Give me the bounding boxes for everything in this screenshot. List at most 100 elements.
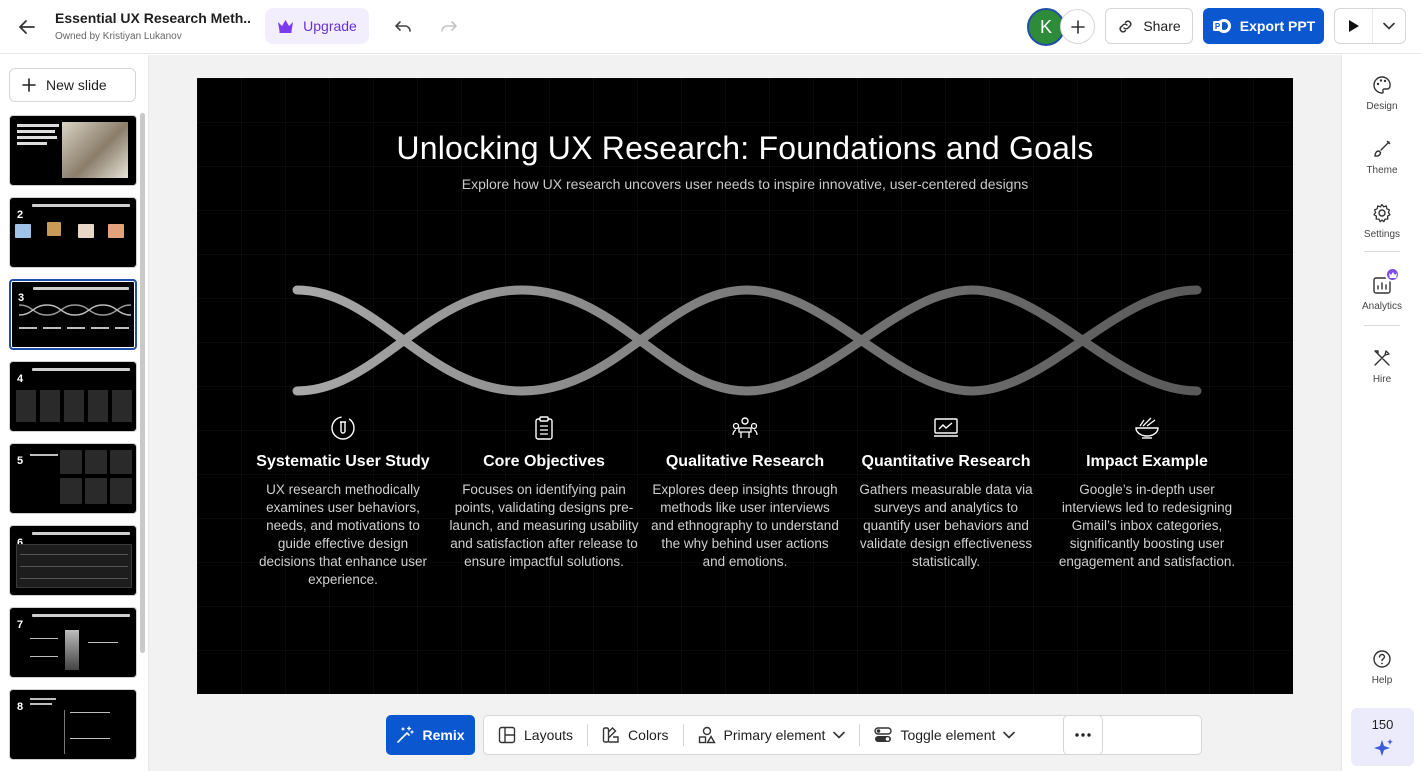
undo-icon	[395, 21, 411, 32]
colors-button[interactable]: Colors	[588, 716, 682, 754]
slide-number: 8	[17, 701, 24, 713]
design-label: Design	[1366, 101, 1398, 112]
chevron-down-icon	[833, 731, 846, 739]
arrow-left-icon	[19, 20, 35, 34]
top-bar: Essential UX Research Meth... Owned by K…	[0, 0, 1421, 54]
settings-button[interactable]: Settings	[1342, 203, 1421, 240]
right-tool-panel: Design Theme Settings Analytics Hire Hel…	[1341, 55, 1421, 771]
more-horizontal-icon	[1075, 733, 1091, 737]
thumbnail-scrollbar[interactable]	[140, 113, 145, 653]
slide-thumbnail-panel: New slide 1 2 3 4	[0, 55, 149, 771]
shapes-icon	[698, 726, 716, 744]
share-button[interactable]: Share	[1105, 8, 1193, 44]
theme-label: Theme	[1366, 165, 1398, 176]
add-collaborator-button[interactable]	[1060, 9, 1095, 44]
upgrade-button[interactable]: Upgrade	[265, 8, 369, 44]
palette-icon	[1373, 76, 1391, 94]
column-title[interactable]: Core Objectives	[449, 453, 639, 471]
help-label: Help	[1371, 675, 1393, 686]
slide-number: 2	[17, 209, 24, 221]
slide-thumbnail-4[interactable]: 4	[9, 361, 137, 432]
design-button[interactable]: Design	[1342, 75, 1421, 112]
content-column: Qualitative Research Explores deep insig…	[650, 413, 840, 571]
powerpoint-icon: P	[1212, 19, 1231, 33]
remix-button[interactable]: Remix	[386, 715, 475, 755]
slide-thumbnail-7[interactable]: 7	[9, 607, 137, 678]
slide-thumbnail-8[interactable]: 8	[9, 689, 137, 760]
crown-icon	[278, 20, 294, 33]
export-label: Export PPT	[1239, 18, 1316, 34]
help-icon	[1373, 650, 1391, 668]
palette-swatch-icon	[602, 727, 619, 743]
play-icon	[1348, 20, 1359, 32]
export-ppt-button[interactable]: P Export PPT	[1203, 8, 1324, 44]
redo-icon	[441, 21, 457, 32]
toggle-element-dropdown[interactable]: Toggle element	[860, 716, 1029, 754]
column-text[interactable]: Gathers measurable data via surveys and …	[851, 481, 1041, 571]
document-owner: Owned by Kristiyan Lukanov	[55, 31, 182, 42]
brush-icon	[1374, 140, 1391, 157]
svg-text:P: P	[1215, 22, 1221, 31]
content-column: Systematic User Study UX research method…	[248, 413, 438, 589]
column-text[interactable]: UX research methodically examines user b…	[248, 481, 438, 589]
content-column: Quantitative Research Gathers measurable…	[851, 413, 1041, 571]
layout-icon	[498, 726, 516, 744]
monitor-chart-icon	[934, 418, 958, 437]
divider	[1364, 251, 1400, 252]
tools-icon	[1374, 350, 1390, 366]
back-button[interactable]	[14, 14, 40, 40]
slide-subtitle[interactable]: Explore how UX research uncovers user ne…	[197, 176, 1293, 192]
primary-element-dropdown[interactable]: Primary element	[684, 716, 860, 754]
column-title[interactable]: Impact Example	[1052, 453, 1242, 471]
slide-thumbnail-1[interactable]: 1	[9, 115, 137, 186]
slide-thumbnail-2[interactable]: 2	[9, 197, 137, 268]
magic-wand-icon	[397, 726, 415, 743]
undo-button[interactable]	[391, 15, 415, 39]
share-label: Share	[1143, 18, 1181, 34]
sparkle-icon	[1373, 738, 1393, 756]
gear-icon	[1373, 203, 1391, 223]
chevron-down-icon	[1003, 731, 1016, 739]
present-options-button[interactable]	[1373, 9, 1405, 43]
slide-thumbnail-3[interactable]: 3	[9, 279, 137, 350]
column-title[interactable]: Qualitative Research	[650, 453, 840, 471]
editor-canvas: Unlocking UX Research: Foundations and G…	[149, 55, 1341, 771]
column-text[interactable]: Focuses on identifying pain points, vali…	[449, 481, 639, 571]
toggle-icon	[874, 727, 893, 742]
present-button[interactable]	[1335, 9, 1373, 43]
slide-thumbnail-6[interactable]: 6	[9, 525, 137, 596]
bowl-icon	[1135, 417, 1159, 439]
document-title[interactable]: Essential UX Research Meth...	[55, 10, 250, 26]
hire-button[interactable]: Hire	[1342, 348, 1421, 385]
present-control	[1334, 8, 1406, 44]
slide-title[interactable]: Unlocking UX Research: Foundations and G…	[197, 130, 1293, 167]
column-text[interactable]: Google’s in-depth user interviews led to…	[1052, 481, 1242, 571]
ai-credits-button[interactable]: 150	[1351, 708, 1414, 766]
settings-label: Settings	[1363, 229, 1401, 240]
upgrade-label: Upgrade	[303, 18, 357, 34]
analytics-button[interactable]: Analytics	[1342, 275, 1421, 312]
column-text[interactable]: Explores deep insights through methods l…	[650, 481, 840, 571]
new-slide-button[interactable]: New slide	[9, 68, 136, 102]
current-slide[interactable]: Unlocking UX Research: Foundations and G…	[197, 78, 1293, 694]
slide-number: 4	[17, 373, 24, 385]
column-title[interactable]: Quantitative Research	[851, 453, 1041, 471]
theme-button[interactable]: Theme	[1342, 139, 1421, 176]
redo-button[interactable]	[437, 15, 461, 39]
more-options-button[interactable]	[1063, 715, 1103, 755]
slide-number: 7	[17, 619, 24, 631]
plus-icon	[22, 78, 36, 92]
slide-thumbnail-5[interactable]: 5	[9, 443, 137, 514]
group-icon	[732, 417, 758, 438]
column-title[interactable]: Systematic User Study	[248, 453, 438, 471]
clipboard-icon	[535, 416, 553, 440]
chevron-down-icon	[1383, 22, 1395, 30]
layouts-button[interactable]: Layouts	[484, 716, 587, 754]
content-column: Core Objectives Focuses on identifying p…	[449, 413, 639, 571]
link-icon	[1119, 19, 1132, 33]
hire-label: Hire	[1372, 374, 1392, 385]
help-button[interactable]: Help	[1342, 649, 1421, 686]
content-column: Impact Example Google’s in-depth user in…	[1052, 413, 1242, 571]
dna-helix-graphic[interactable]	[287, 273, 1207, 408]
credits-count: 150	[1371, 716, 1394, 732]
